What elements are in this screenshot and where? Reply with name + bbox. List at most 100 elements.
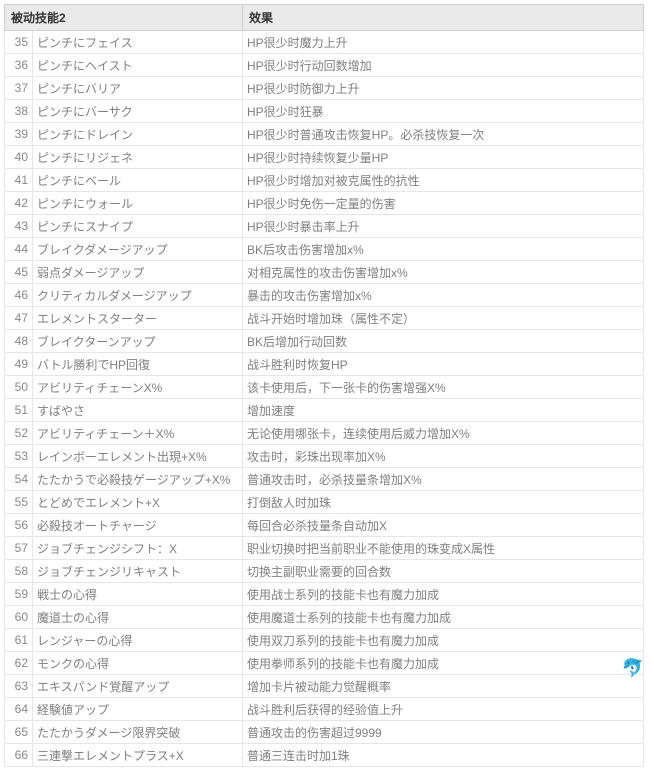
table-row: 43ピンチにスナイプHP很少时暴击率上升 <box>5 215 644 238</box>
skill-effect: 职业切换时把当前职业不能使用的珠变成X属性 <box>243 537 644 560</box>
row-number: 41 <box>5 169 33 192</box>
row-number: 60 <box>5 606 33 629</box>
skill-effect: HP很少时持续恢复少量HP <box>243 146 644 169</box>
table-row: 52アビリティチェーン＋X%无论使用哪张卡，连续使用后威力增加X% <box>5 422 644 445</box>
dolphin-icon: 🐬 <box>622 658 644 679</box>
skill-name: ピンチにリジェネ <box>33 146 243 169</box>
table-row: 50アビリティチェーンX%该卡使用后，下一张卡的伤害增强X% <box>5 376 644 399</box>
row-number: 63 <box>5 675 33 698</box>
table-row: 49バトル勝利でHP回復战斗胜利时恢复HP <box>5 353 644 376</box>
table-row: 48ブレイクターンアップBK后增加行动回数 <box>5 330 644 353</box>
table-row: 61レンジャーの心得使用双刀系列的技能卡也有魔力加成 <box>5 629 644 652</box>
skill-name: 経験値アップ <box>33 698 243 721</box>
skill-effect: 普通三连击时加1珠 <box>243 744 644 767</box>
skill-effect: BK后攻击伤害增加x% <box>243 238 644 261</box>
skill-name: アビリティチェーン＋X% <box>33 422 243 445</box>
row-number: 56 <box>5 514 33 537</box>
table-row: 54たたかうで必殺技ゲージアップ+X%普通攻击时，必杀技量条增加X% <box>5 468 644 491</box>
skill-name: 必殺技オートチャージ <box>33 514 243 537</box>
table-row: 66三連撃エレメントプラス+X普通三连击时加1珠 <box>5 744 644 767</box>
row-number: 35 <box>5 31 33 54</box>
skill-effect: 该卡使用后，下一张卡的伤害增强X% <box>243 376 644 399</box>
skill-effect: HP很少时行动回数增加 <box>243 54 644 77</box>
row-number: 65 <box>5 721 33 744</box>
skill-name: ピンチにヘイスト <box>33 54 243 77</box>
row-number: 43 <box>5 215 33 238</box>
skill-effect: HP很少时防御力上升 <box>243 77 644 100</box>
table-row: 39ピンチにドレインHP很少时普通攻击恢复HP。必杀技恢复一次 <box>5 123 644 146</box>
skill-effect: 对相克属性的攻击伤害增加x% <box>243 261 644 284</box>
skill-effect: 无论使用哪张卡，连续使用后威力增加X% <box>243 422 644 445</box>
row-number: 59 <box>5 583 33 606</box>
row-number: 40 <box>5 146 33 169</box>
table-row: 64経験値アップ战斗胜利后获得的经验值上升 <box>5 698 644 721</box>
skill-effect: 打倒敌人时加珠 <box>243 491 644 514</box>
skill-name: ピンチにスナイプ <box>33 215 243 238</box>
skill-name: ブレイクターンアップ <box>33 330 243 353</box>
skills-table: 被动技能2 效果 35ピンチにフェイスHP很少时魔力上升36ピンチにヘイストHP… <box>4 4 644 767</box>
header-effect: 效果 <box>243 5 644 31</box>
table-row: 59戦士の心得使用战士系列的技能卡也有魔力加成 <box>5 583 644 606</box>
row-number: 48 <box>5 330 33 353</box>
skill-effect: 普通攻击时，必杀技量条增加X% <box>243 468 644 491</box>
row-number: 42 <box>5 192 33 215</box>
row-number: 52 <box>5 422 33 445</box>
table-row: 46クリティカルダメージアップ暴击的攻击伤害增加x% <box>5 284 644 307</box>
skill-name: レインボーエレメント出現+X% <box>33 445 243 468</box>
table-row: 44ブレイクダメージアップBK后攻击伤害增加x% <box>5 238 644 261</box>
row-number: 61 <box>5 629 33 652</box>
skill-name: モンクの心得 <box>33 652 243 675</box>
skill-name: 戦士の心得 <box>33 583 243 606</box>
skill-effect: 战斗胜利后获得的经验值上升 <box>243 698 644 721</box>
table-row: 47エレメントスターター战斗开始时增加珠（属性不定） <box>5 307 644 330</box>
table-row: 41ピンチにベールHP很少时增加对被克属性的抗性 <box>5 169 644 192</box>
skill-name: ブレイクダメージアップ <box>33 238 243 261</box>
skill-name: レンジャーの心得 <box>33 629 243 652</box>
row-number: 37 <box>5 77 33 100</box>
row-number: 45 <box>5 261 33 284</box>
skill-effect: HP很少时暴击率上升 <box>243 215 644 238</box>
skill-effect: HP很少时魔力上升 <box>243 31 644 54</box>
row-number: 39 <box>5 123 33 146</box>
table-row: 56必殺技オートチャージ每回合必杀技量条自动加X <box>5 514 644 537</box>
row-number: 49 <box>5 353 33 376</box>
header-skill: 被动技能2 <box>5 5 243 31</box>
skill-name: たたかうで必殺技ゲージアップ+X% <box>33 468 243 491</box>
skill-effect: 使用战士系列的技能卡也有魔力加成 <box>243 583 644 606</box>
skill-name: ピンチにベール <box>33 169 243 192</box>
row-number: 50 <box>5 376 33 399</box>
row-number: 54 <box>5 468 33 491</box>
table-row: 62モンクの心得使用拳师系列的技能卡也有魔力加成 <box>5 652 644 675</box>
skill-effect: 暴击的攻击伤害增加x% <box>243 284 644 307</box>
table-row: 55とどめでエレメント+X打倒敌人时加珠 <box>5 491 644 514</box>
table-row: 58ジョブチェンジリキャスト切换主副职业需要的回合数 <box>5 560 644 583</box>
row-number: 62 <box>5 652 33 675</box>
skill-effect: HP很少时狂暴 <box>243 100 644 123</box>
skill-effect: HP很少时普通攻击恢复HP。必杀技恢复一次 <box>243 123 644 146</box>
skill-effect: 攻击时，彩珠出现率加X% <box>243 445 644 468</box>
row-number: 66 <box>5 744 33 767</box>
skill-name: ピンチにウォール <box>33 192 243 215</box>
table-row: 51すばやさ增加速度 <box>5 399 644 422</box>
row-number: 36 <box>5 54 33 77</box>
table-row: 42ピンチにウォールHP很少时免伤一定量的伤害 <box>5 192 644 215</box>
table-row: 60魔道士の心得使用魔道士系列的技能卡也有魔力加成 <box>5 606 644 629</box>
row-number: 55 <box>5 491 33 514</box>
table-header-row: 被动技能2 效果 <box>5 5 644 31</box>
skill-name: エレメントスターター <box>33 307 243 330</box>
table-row: 38ピンチにバーサクHP很少时狂暴 <box>5 100 644 123</box>
skill-name: 弱点ダメージアップ <box>33 261 243 284</box>
skill-effect: 每回合必杀技量条自动加X <box>243 514 644 537</box>
skill-effect: 使用魔道士系列的技能卡也有魔力加成 <box>243 606 644 629</box>
skill-effect: BK后增加行动回数 <box>243 330 644 353</box>
skill-name: ジョブチェンジシフト：X <box>33 537 243 560</box>
row-number: 47 <box>5 307 33 330</box>
skill-name: とどめでエレメント+X <box>33 491 243 514</box>
skill-effect: 使用双刀系列的技能卡也有魔力加成 <box>243 629 644 652</box>
table-row: 65たたかうダメージ限界突破普通攻击的伤害超过9999 <box>5 721 644 744</box>
table-row: 37ピンチにバリアHP很少时防御力上升 <box>5 77 644 100</box>
skill-name: たたかうダメージ限界突破 <box>33 721 243 744</box>
skill-name: バトル勝利でHP回復 <box>33 353 243 376</box>
skill-effect: 增加卡片被动能力觉醒概率 <box>243 675 644 698</box>
skill-name: 三連撃エレメントプラス+X <box>33 744 243 767</box>
